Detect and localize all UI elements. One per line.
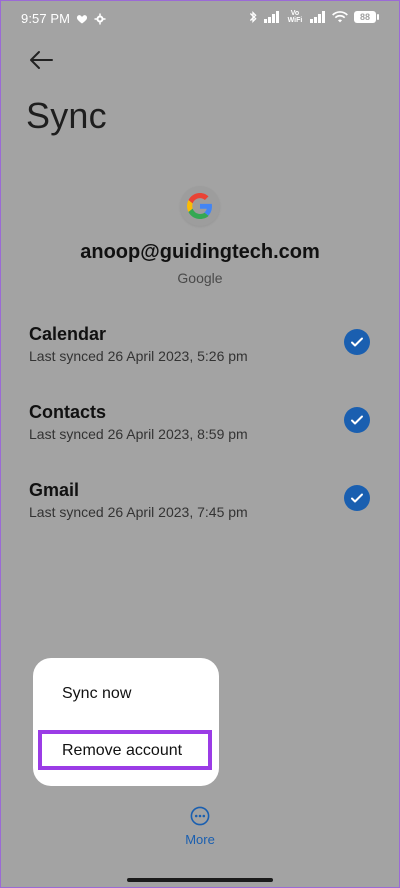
status-right: Vo WiFi 88 bbox=[248, 10, 379, 24]
status-bar: 9:57 PM Vo WiFi 88 bbox=[0, 0, 400, 40]
signal-strength-icon bbox=[264, 11, 280, 23]
bluetooth-icon bbox=[248, 10, 258, 24]
popup-menu: Sync now Remove account bbox=[33, 658, 219, 786]
signal-strength-icon-2 bbox=[310, 11, 326, 23]
check-circle-icon[interactable] bbox=[344, 329, 370, 355]
sync-item-status: Last synced 26 April 2023, 7:45 pm bbox=[29, 504, 248, 520]
google-logo-icon bbox=[180, 186, 220, 226]
sync-item-name: Contacts bbox=[29, 402, 107, 422]
status-left: 9:57 PM bbox=[21, 11, 106, 26]
check-circle-icon[interactable] bbox=[344, 485, 370, 511]
more-label: More bbox=[185, 832, 215, 847]
sync-item-name: Calendar bbox=[29, 324, 107, 344]
sync-item-contacts[interactable]: Contacts Last synced 26 April 2023, 8:59… bbox=[0, 402, 400, 462]
more-button[interactable]: More bbox=[168, 804, 232, 852]
wifi-icon bbox=[332, 11, 348, 23]
check-circle-icon[interactable] bbox=[344, 407, 370, 433]
vowifi-icon: Vo WiFi bbox=[287, 10, 303, 24]
account-email: anoop@guidingtech.com bbox=[80, 241, 320, 263]
sync-item-gmail[interactable]: Gmail Last synced 26 April 2023, 7:45 pm bbox=[0, 480, 400, 540]
menu-item-label: Remove account bbox=[62, 742, 183, 759]
page-title: Sync bbox=[26, 95, 107, 136]
menu-item-label: Sync now bbox=[62, 685, 132, 702]
sync-item-status: Last synced 26 April 2023, 8:59 pm bbox=[29, 426, 248, 442]
more-horizontal-circle-icon bbox=[190, 806, 210, 826]
status-time: 9:57 PM bbox=[21, 11, 71, 26]
battery-icon: 88 bbox=[354, 11, 379, 23]
sync-item-name: Gmail bbox=[29, 480, 80, 500]
settings-gear-icon bbox=[94, 13, 106, 25]
account-provider: Google bbox=[177, 270, 223, 286]
arrow-left-icon bbox=[30, 51, 53, 69]
gesture-bar[interactable] bbox=[127, 878, 273, 882]
heart-icon bbox=[76, 13, 88, 25]
remove-account-menu-item[interactable]: Remove account bbox=[33, 731, 219, 771]
sync-item-status: Last synced 26 April 2023, 5:26 pm bbox=[29, 348, 248, 364]
back-button[interactable] bbox=[24, 45, 58, 75]
sync-item-calendar[interactable]: Calendar Last synced 26 April 2023, 5:26… bbox=[0, 324, 400, 384]
sync-now-menu-item[interactable]: Sync now bbox=[33, 674, 219, 714]
